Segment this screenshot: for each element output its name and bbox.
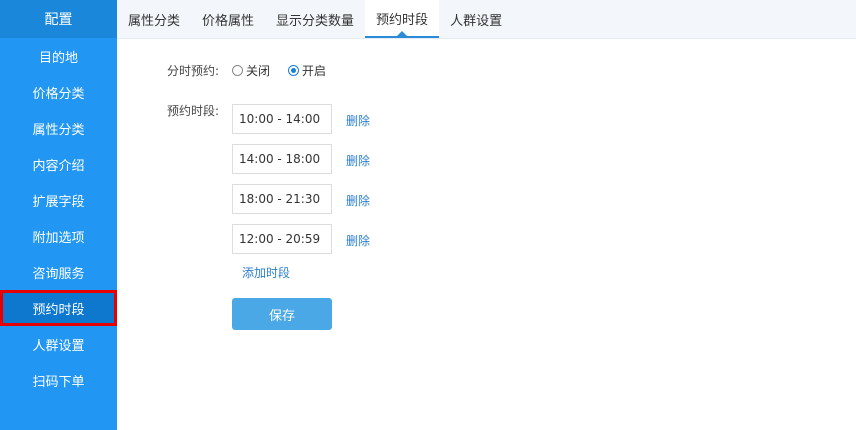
slot-input-2[interactable] bbox=[232, 144, 332, 174]
tab-label: 显示分类数量 bbox=[276, 13, 355, 29]
radio-off-label: 关闭 bbox=[246, 64, 271, 78]
sidebar-item-booking-slots[interactable]: 预约时段 bbox=[0, 290, 117, 326]
save-button[interactable]: 保存 bbox=[232, 298, 332, 330]
slot-input-3[interactable] bbox=[232, 184, 332, 214]
sidebar-item-extended-fields[interactable]: 扩展字段 bbox=[0, 182, 117, 218]
tab-audience-settings[interactable]: 人群设置 bbox=[439, 0, 513, 38]
timed-booking-radio-group: 关闭 开启 bbox=[232, 62, 344, 79]
delete-slot-4-link[interactable]: 删除 bbox=[346, 232, 370, 249]
sidebar-item-scan-order[interactable]: 扫码下单 bbox=[0, 362, 117, 398]
sidebar-title: 配置 bbox=[0, 0, 117, 38]
sidebar: 配置 目的地 价格分类 属性分类 内容介绍 扩展字段 附加选项 咨询服务 预约时… bbox=[0, 0, 117, 430]
slot-input-1[interactable] bbox=[232, 104, 332, 134]
add-slot-link[interactable]: 添加时段 bbox=[242, 264, 290, 281]
radio-off[interactable]: 关闭 bbox=[232, 62, 270, 79]
tab-booking-slots[interactable]: 预约时段 bbox=[365, 0, 440, 38]
tab-price-attribute[interactable]: 价格属性 bbox=[191, 0, 265, 38]
tab-display-category-count[interactable]: 显示分类数量 bbox=[265, 0, 365, 38]
tab-label: 属性分类 bbox=[128, 13, 181, 29]
sidebar-item-content-intro[interactable]: 内容介绍 bbox=[0, 146, 117, 182]
radio-on-label: 开启 bbox=[302, 64, 327, 78]
sidebar-item-destination[interactable]: 目的地 bbox=[0, 38, 117, 74]
tab-label: 人群设置 bbox=[450, 13, 503, 29]
timed-booking-label: 分时预约: bbox=[167, 64, 220, 78]
tab-attribute-category[interactable]: 属性分类 bbox=[117, 0, 191, 38]
delete-slot-2-link[interactable]: 删除 bbox=[346, 152, 370, 169]
delete-slot-1-link[interactable]: 删除 bbox=[346, 112, 370, 129]
radio-unchecked-icon bbox=[232, 65, 243, 76]
app: 配置 目的地 价格分类 属性分类 内容介绍 扩展字段 附加选项 咨询服务 预约时… bbox=[0, 0, 856, 430]
active-tab-caret-icon bbox=[397, 31, 408, 36]
radio-on[interactable]: 开启 bbox=[288, 62, 326, 79]
radio-checked-icon bbox=[288, 65, 300, 76]
sidebar-menu: 目的地 价格分类 属性分类 内容介绍 扩展字段 附加选项 咨询服务 预约时段 人… bbox=[0, 38, 117, 398]
delete-slot-3-link[interactable]: 删除 bbox=[346, 192, 370, 209]
sidebar-item-consulting-service[interactable]: 咨询服务 bbox=[0, 254, 117, 290]
slot-input-4[interactable] bbox=[232, 224, 332, 254]
booking-slots-label: 预约时段: bbox=[167, 104, 220, 118]
tab-bar: 属性分类 价格属性 显示分类数量 预约时段 人群设置 bbox=[117, 0, 856, 39]
sidebar-item-audience-settings[interactable]: 人群设置 bbox=[0, 326, 117, 362]
tab-label: 价格属性 bbox=[202, 13, 255, 29]
tab-label: 预约时段 bbox=[376, 12, 429, 28]
sidebar-item-addon-options[interactable]: 附加选项 bbox=[0, 218, 117, 254]
sidebar-item-price-category[interactable]: 价格分类 bbox=[0, 74, 117, 110]
sidebar-item-attribute-category[interactable]: 属性分类 bbox=[0, 110, 117, 146]
